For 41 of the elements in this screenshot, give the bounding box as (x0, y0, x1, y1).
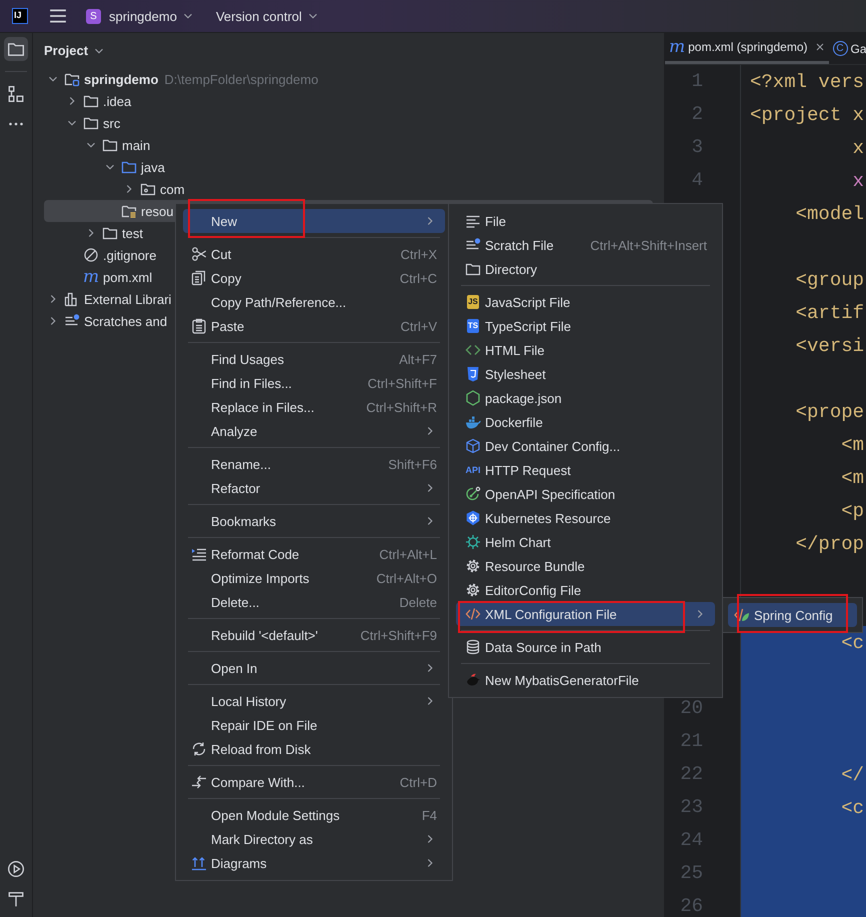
shortcut-label: Delete (399, 594, 437, 610)
project-name: springdemo (109, 8, 177, 24)
app-logo: IJ (12, 8, 28, 24)
code-text: <model (794, 202, 864, 224)
shortcut-label: Shift+F6 (388, 456, 437, 472)
shortcut-label: Ctrl+Alt+Shift+Insert (590, 238, 707, 252)
shortcut-label: Ctrl+V (400, 318, 437, 334)
shortcut-label: Ctrl+Shift+F9 (360, 628, 437, 642)
code-text: <m (840, 466, 864, 488)
code-text: <project x (750, 104, 864, 126)
code-text: <artif (794, 302, 864, 324)
path-label: D:\tempFolder\springdemo (164, 72, 318, 86)
code-text: <c (840, 632, 864, 654)
code-text: </ (840, 764, 864, 786)
shortcut-label: Ctrl+Alt+L (379, 546, 437, 562)
code-text: <m (840, 434, 864, 456)
class-badge: C (832, 41, 848, 56)
vcs-label: Version control (216, 8, 302, 24)
shortcut-label: Ctrl+Alt+O (376, 570, 437, 586)
shortcut-label: F4 (422, 808, 437, 822)
project-badge: S (86, 8, 101, 24)
shortcut-label: Ctrl+C (400, 270, 437, 286)
file-type-label: API (464, 464, 482, 477)
file-type-badge: JS (467, 295, 479, 309)
code-text: <group (794, 268, 864, 290)
code-text: <c (840, 796, 864, 818)
shortcut-label: Ctrl+Shift+F (368, 376, 437, 390)
code-text: x (852, 136, 864, 158)
file-type-label: m (82, 269, 100, 285)
code-text: <prope (794, 400, 864, 422)
shortcut-label: Ctrl+D (400, 774, 437, 790)
code-text: <versi (794, 334, 864, 356)
file-type-label: m (669, 39, 686, 55)
file-type-badge: TS (466, 319, 480, 333)
shortcut-label: Ctrl+X (400, 246, 437, 262)
code-text: <p (840, 500, 864, 522)
code-text: </prop (794, 532, 864, 554)
shortcut-label: Ctrl+Shift+R (366, 400, 437, 414)
code-text: <?xml vers (750, 70, 864, 92)
code-text: x (852, 170, 864, 192)
shortcut-label: Alt+F7 (399, 352, 437, 366)
